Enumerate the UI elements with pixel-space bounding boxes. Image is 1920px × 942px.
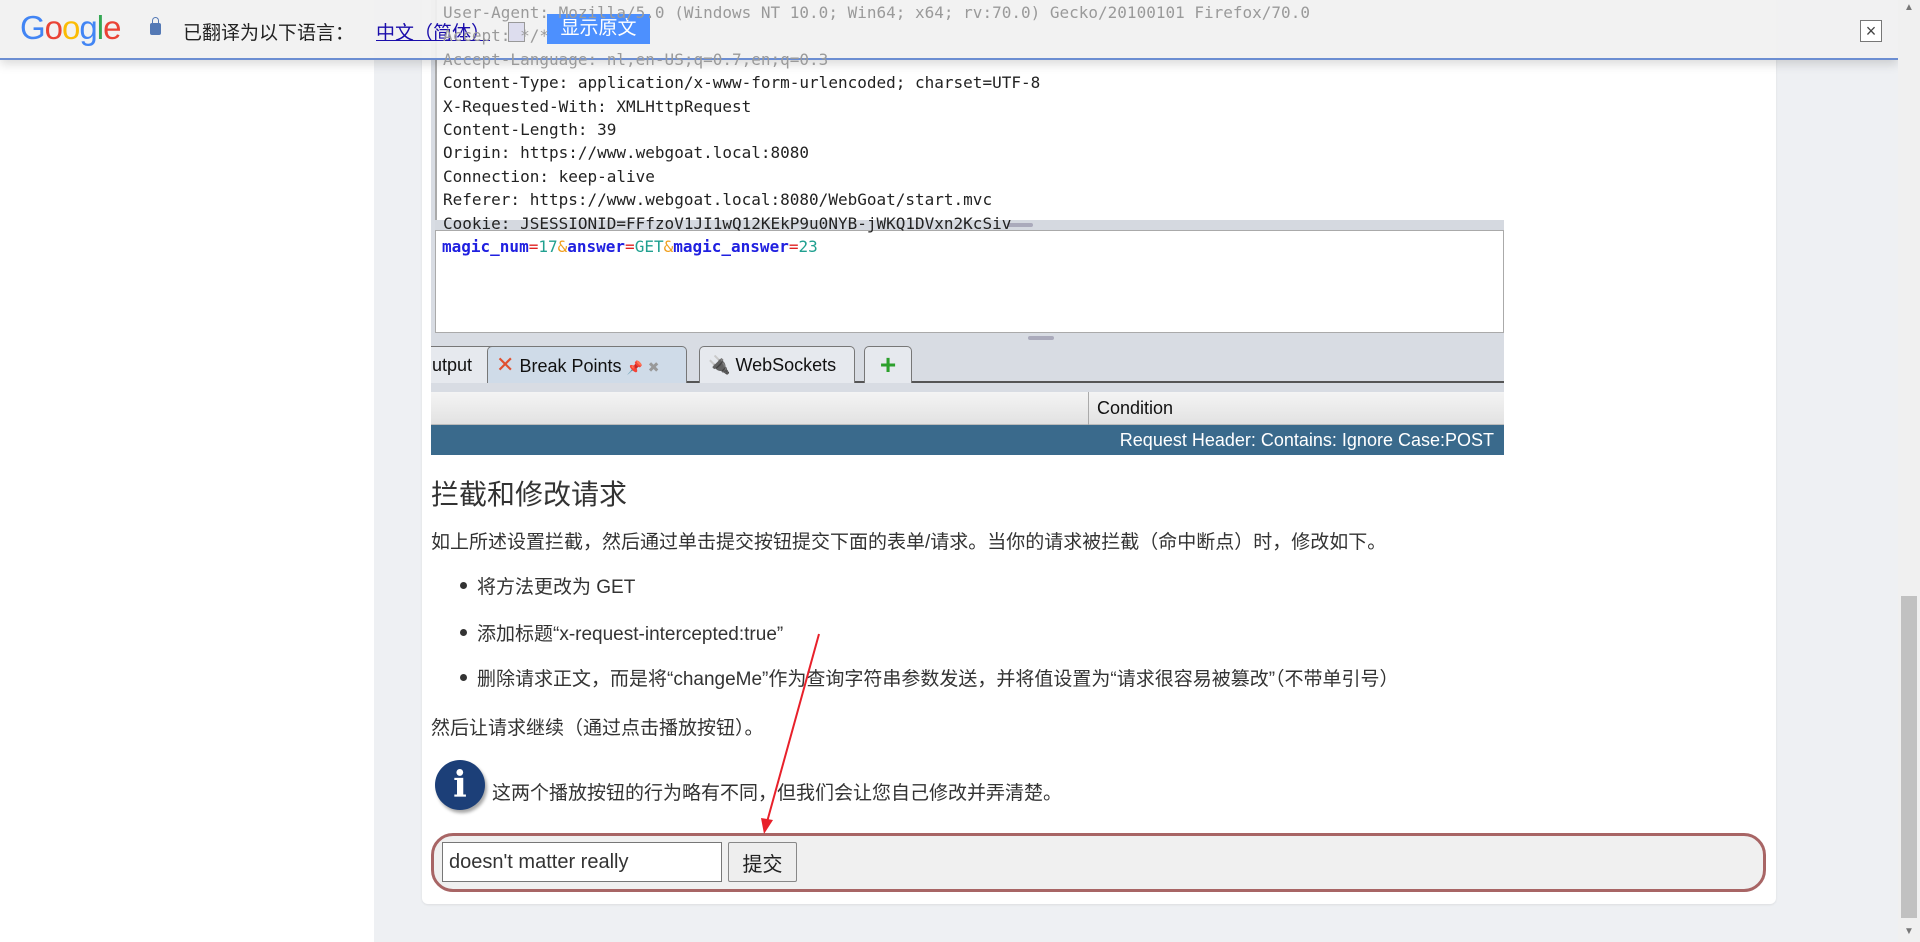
show-original-button[interactable]: 显示原文 [547, 14, 650, 44]
lock-icon [150, 17, 161, 35]
scroll-up-icon[interactable]: ▲ [1903, 2, 1915, 13]
arrow-line [766, 633, 820, 823]
google-logo: Google [20, 9, 121, 46]
scrollbar-thumb[interactable] [1901, 596, 1917, 918]
translated-label: 已翻译为以下语言： [183, 23, 355, 44]
translate-bar: Google 已翻译为以下语言： 中文（简体） 显示原文 × [0, 0, 1898, 60]
language-dropdown-icon[interactable] [508, 22, 525, 42]
close-icon[interactable]: × [1860, 20, 1882, 42]
scroll-down-icon[interactable]: ▼ [1903, 926, 1915, 937]
language-link[interactable]: 中文（简体） [376, 18, 490, 45]
arrow-head [761, 818, 773, 834]
annotation-arrow [761, 633, 820, 834]
